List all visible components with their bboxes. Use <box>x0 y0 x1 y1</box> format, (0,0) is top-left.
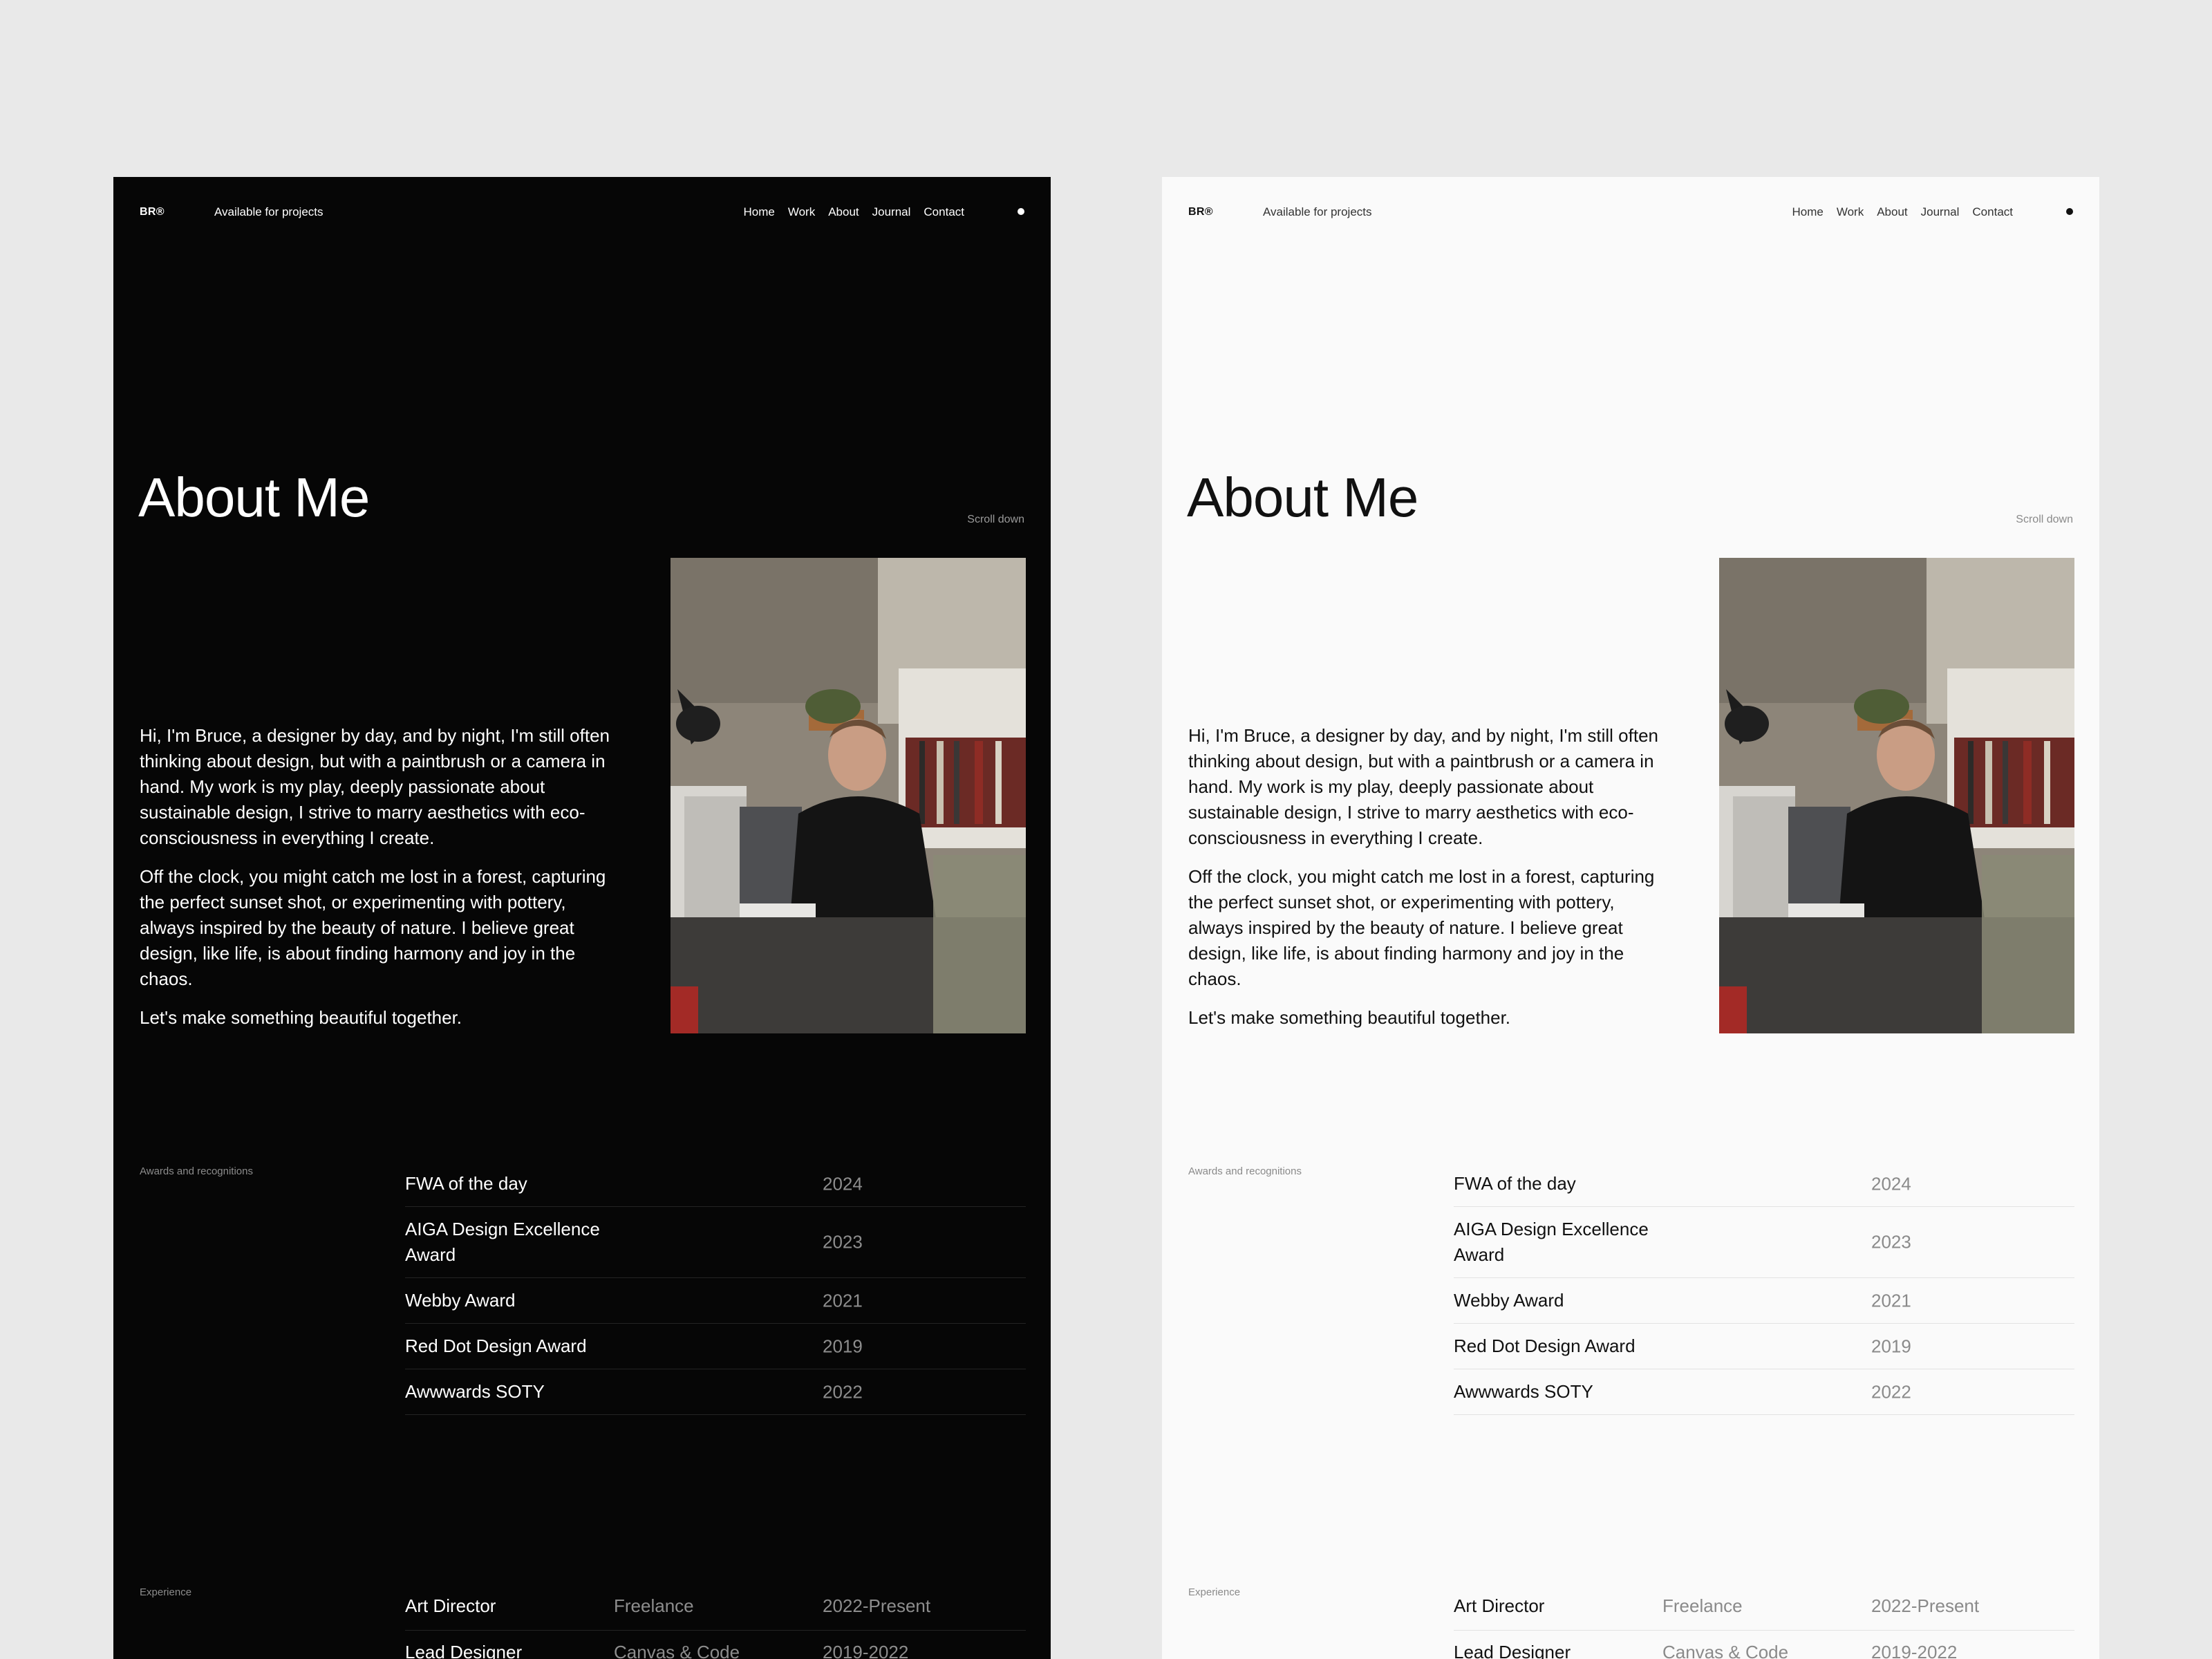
experience-section-label: Experience <box>1188 1586 1241 1598</box>
bio-paragraph: Hi, I'm Bruce, a designer by day, and by… <box>140 725 610 848</box>
award-name: FWA of the day <box>405 1173 527 1194</box>
award-name: Red Dot Design Award <box>1454 1335 1635 1356</box>
portrait-photo <box>1719 558 2074 1033</box>
bio-text: Hi, I'm Bruce, a designer by day, and by… <box>140 723 624 1044</box>
experience-company: Canvas & Code <box>1662 1642 1789 1659</box>
experience-role: Art Director <box>405 1595 496 1616</box>
award-row: Red Dot Design Award 2019 <box>1454 1324 2074 1369</box>
award-year: 2023 <box>1871 1231 1911 1253</box>
award-row: Webby Award 2021 <box>405 1278 1026 1324</box>
award-name: Awwwards SOTY <box>1454 1381 1593 1402</box>
nav-contact-link[interactable]: Contact <box>1972 205 2013 219</box>
award-row: Red Dot Design Award 2019 <box>405 1324 1026 1369</box>
experience-period: 2019-2022 <box>1871 1642 1958 1659</box>
portrait-photo-illustration <box>1719 558 2074 1033</box>
experience-row: Art Director Freelance 2022-Present <box>1454 1584 2074 1631</box>
experience-company: Freelance <box>614 1595 694 1616</box>
bio-paragraph: Hi, I'm Bruce, a designer by day, and by… <box>1188 725 1658 848</box>
award-year: 2024 <box>1871 1173 1911 1194</box>
experience-period: 2019-2022 <box>823 1642 909 1659</box>
page-title: About Me <box>138 467 370 528</box>
bio-paragraph: Let's make something beautiful together. <box>1188 1007 1511 1028</box>
experience-row: Art Director Freelance 2022-Present <box>405 1584 1026 1631</box>
award-row: AIGA Design Excellence Award 2023 <box>405 1207 1026 1278</box>
awards-list: FWA of the day 2024 AIGA Design Excellen… <box>1454 1161 2074 1415</box>
main-menu: Home Work About Journal Contact <box>743 205 964 219</box>
awards-section-label: Awards and recognitions <box>1188 1165 1302 1177</box>
experience-company: Freelance <box>1662 1595 1743 1616</box>
awards-list: FWA of the day 2024 AIGA Design Excellen… <box>405 1161 1026 1415</box>
portrait-photo <box>671 558 1026 1033</box>
award-row: Awwwards SOTY 2022 <box>1454 1369 2074 1415</box>
about-page-dark: BR® Available for projects Home Work Abo… <box>113 177 1051 1659</box>
availability-status: Available for projects <box>214 205 324 218</box>
experience-row: Lead Designer Canvas & Code 2019-2022 <box>1454 1631 2074 1659</box>
award-row: FWA of the day 2024 <box>1454 1161 2074 1207</box>
award-name: Red Dot Design Award <box>405 1335 587 1356</box>
experience-period: 2022-Present <box>823 1595 931 1616</box>
nav-work-link[interactable]: Work <box>788 205 815 219</box>
bio-paragraph: Off the clock, you might catch me lost i… <box>1188 866 1655 989</box>
experience-role: Lead Designer <box>1454 1642 1571 1659</box>
award-year: 2022 <box>823 1381 863 1402</box>
menu-dot-icon[interactable] <box>2066 208 2073 215</box>
nav-about-link[interactable]: About <box>1877 205 1907 219</box>
experience-company: Canvas & Code <box>614 1642 740 1659</box>
experience-list: Art Director Freelance 2022-Present Lead… <box>1454 1584 2074 1659</box>
award-row: FWA of the day 2024 <box>405 1161 1026 1207</box>
award-row: Webby Award 2021 <box>1454 1278 2074 1324</box>
awards-section-label: Awards and recognitions <box>140 1165 253 1177</box>
nav-work-link[interactable]: Work <box>1837 205 1864 219</box>
main-menu: Home Work About Journal Contact <box>1792 205 2013 219</box>
nav-journal-link[interactable]: Journal <box>872 205 911 219</box>
award-year: 2021 <box>1871 1290 1911 1311</box>
bio-text: Hi, I'm Bruce, a designer by day, and by… <box>1188 723 1672 1044</box>
award-row: Awwwards SOTY 2022 <box>405 1369 1026 1415</box>
nav-journal-link[interactable]: Journal <box>1921 205 1960 219</box>
award-year: 2023 <box>823 1231 863 1253</box>
brand-logo[interactable]: BR® <box>1188 206 1213 218</box>
award-year: 2021 <box>823 1290 863 1311</box>
award-row: AIGA Design Excellence Award 2023 <box>1454 1207 2074 1278</box>
award-name: AIGA Design Excellence Award <box>1454 1219 1649 1265</box>
page-title: About Me <box>1187 467 1418 528</box>
nav-home-link[interactable]: Home <box>1792 205 1823 219</box>
award-name: Webby Award <box>405 1290 516 1311</box>
award-name: FWA of the day <box>1454 1173 1576 1194</box>
award-year: 2024 <box>823 1173 863 1194</box>
award-year: 2022 <box>1871 1381 1911 1402</box>
award-year: 2019 <box>823 1335 863 1356</box>
nav-about-link[interactable]: About <box>828 205 859 219</box>
experience-role: Lead Designer <box>405 1642 523 1659</box>
experience-period: 2022-Present <box>1871 1595 1980 1616</box>
about-page-light: BR® Available for projects Home Work Abo… <box>1162 177 2099 1659</box>
award-year: 2019 <box>1871 1335 1911 1356</box>
nav-home-link[interactable]: Home <box>743 205 774 219</box>
experience-role: Art Director <box>1454 1595 1545 1616</box>
availability-status: Available for projects <box>1263 205 1372 218</box>
menu-dot-icon[interactable] <box>1018 208 1024 215</box>
bio-paragraph: Off the clock, you might catch me lost i… <box>140 866 606 989</box>
bio-paragraph: Let's make something beautiful together. <box>140 1007 462 1028</box>
scroll-down-hint[interactable]: Scroll down <box>2016 514 2073 526</box>
nav-contact-link[interactable]: Contact <box>924 205 964 219</box>
award-name: AIGA Design Excellence Award <box>405 1219 600 1265</box>
brand-logo[interactable]: BR® <box>140 206 165 218</box>
experience-list: Art Director Freelance 2022-Present Lead… <box>405 1584 1026 1659</box>
scroll-down-hint[interactable]: Scroll down <box>967 514 1024 526</box>
award-name: Webby Award <box>1454 1290 1564 1311</box>
experience-row: Lead Designer Canvas & Code 2019-2022 <box>405 1631 1026 1659</box>
award-name: Awwwards SOTY <box>405 1381 545 1402</box>
portrait-photo-illustration <box>671 558 1026 1033</box>
experience-section-label: Experience <box>140 1586 192 1598</box>
